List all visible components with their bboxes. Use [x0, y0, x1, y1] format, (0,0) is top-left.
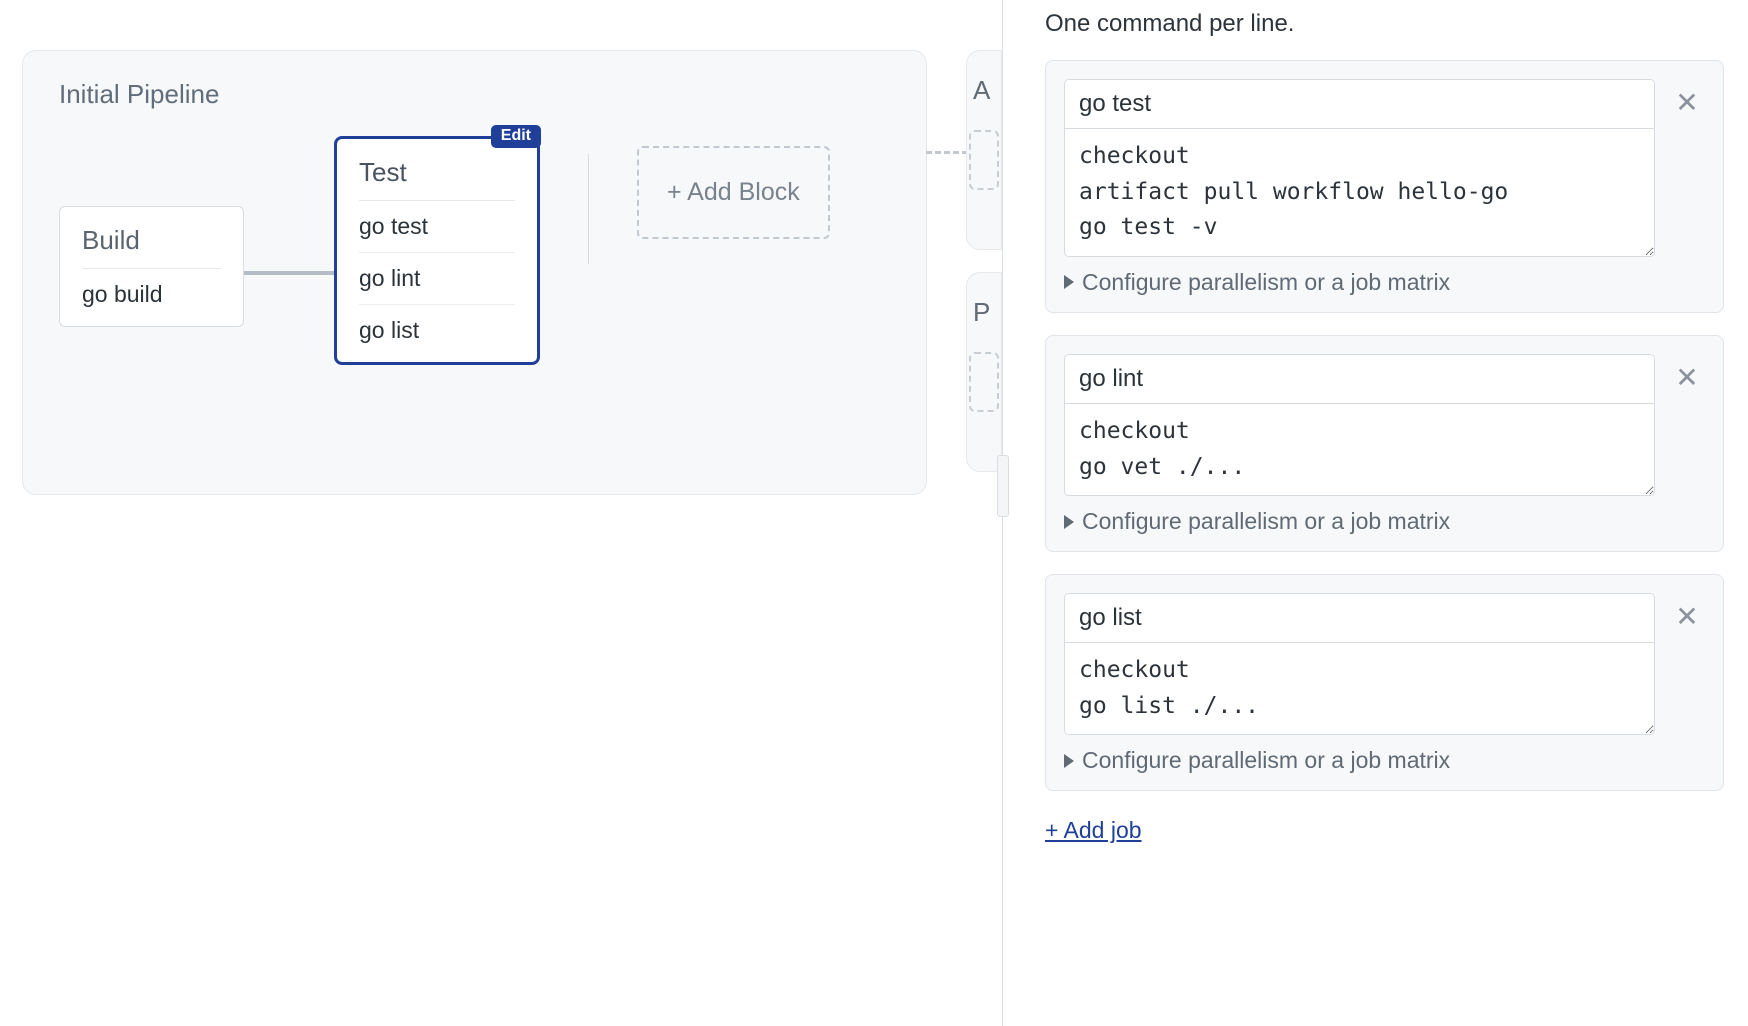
peek-label: P	[973, 297, 990, 327]
remove-job-button[interactable]: ✕	[1669, 83, 1704, 123]
block-divider	[588, 154, 589, 264]
job-card: ✕ Configure parallelism or a job matrix	[1045, 60, 1724, 313]
peek-dashed-box	[969, 130, 999, 190]
panel-hint: One command per line.	[1045, 10, 1724, 38]
close-icon: ✕	[1675, 362, 1698, 393]
jobs-panel: One command per line. ✕ Configure parall…	[1002, 0, 1748, 1026]
edit-badge: Edit	[491, 125, 541, 148]
job-commands-input[interactable]	[1065, 404, 1654, 495]
peek-card-p: P	[966, 272, 1002, 472]
pipeline-card: Initial Pipeline Build go build Edit Tes…	[22, 50, 927, 495]
remove-job-button[interactable]: ✕	[1669, 597, 1704, 637]
block-test[interactable]: Edit Test go test go lint go list	[334, 136, 540, 365]
remove-job-button[interactable]: ✕	[1669, 358, 1704, 398]
peek-label: A	[973, 75, 990, 105]
block-test-title: Test	[359, 157, 515, 201]
peek-card-a: A	[966, 50, 1002, 250]
job-card: ✕ Configure parallelism or a job matrix	[1045, 335, 1724, 552]
chevron-right-icon	[1064, 515, 1074, 529]
list-item: go test	[359, 201, 515, 253]
pipeline-canvas: Initial Pipeline Build go build Edit Tes…	[0, 0, 1005, 1026]
job-name-input[interactable]	[1065, 594, 1654, 643]
block-build[interactable]: Build go build	[59, 206, 244, 327]
job-card: ✕ Configure parallelism or a job matrix	[1045, 574, 1724, 791]
close-icon: ✕	[1675, 601, 1698, 632]
peek-dashed-box	[969, 352, 999, 412]
close-icon: ✕	[1675, 87, 1698, 118]
chevron-right-icon	[1064, 754, 1074, 768]
pipeline-title: Initial Pipeline	[59, 79, 890, 110]
job-editor	[1064, 593, 1655, 735]
job-editor	[1064, 354, 1655, 496]
job-editor	[1064, 79, 1655, 257]
parallelism-label: Configure parallelism or a job matrix	[1082, 747, 1450, 774]
parallelism-label: Configure parallelism or a job matrix	[1082, 508, 1450, 535]
job-commands-input[interactable]	[1065, 129, 1654, 256]
add-block-button[interactable]: + Add Block	[637, 146, 830, 239]
peek-cards: A P	[966, 50, 1002, 494]
add-job-link[interactable]: + Add job	[1045, 817, 1142, 844]
list-item: go lint	[359, 253, 515, 305]
chevron-right-icon	[1064, 275, 1074, 289]
list-item: go list	[359, 305, 515, 344]
panel-grab-handle[interactable]	[997, 455, 1009, 517]
blocks-row: Build go build Edit Test go test go lint…	[59, 136, 890, 365]
parallelism-toggle[interactable]: Configure parallelism or a job matrix	[1064, 508, 1705, 535]
job-name-input[interactable]	[1065, 80, 1654, 129]
parallelism-label: Configure parallelism or a job matrix	[1082, 269, 1450, 296]
parallelism-toggle[interactable]: Configure parallelism or a job matrix	[1064, 269, 1705, 296]
list-item: go build	[82, 269, 221, 308]
parallelism-toggle[interactable]: Configure parallelism or a job matrix	[1064, 747, 1705, 774]
block-build-title: Build	[82, 225, 221, 269]
job-commands-input[interactable]	[1065, 643, 1654, 734]
block-connector	[244, 271, 334, 275]
job-name-input[interactable]	[1065, 355, 1654, 404]
